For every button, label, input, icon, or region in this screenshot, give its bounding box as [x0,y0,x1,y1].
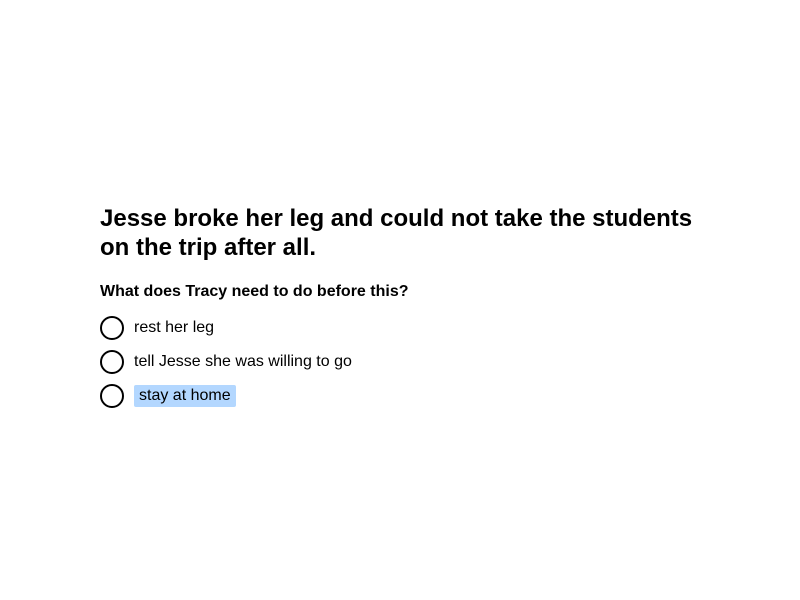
answer-option-2[interactable]: tell Jesse she was willing to go [100,350,720,374]
radio-unchecked-icon[interactable] [100,316,124,340]
answer-options: rest her leg tell Jesse she was willing … [100,316,720,408]
answer-option-1[interactable]: rest her leg [100,316,720,340]
answer-option-label: stay at home [134,385,236,407]
radio-unchecked-icon[interactable] [100,350,124,374]
page: Jesse broke her leg and could not take t… [0,0,800,600]
answer-option-label: rest her leg [134,319,215,336]
statement-text: Jesse broke her leg and could not take t… [100,205,693,261]
question-text: What does Tracy need to do before this? [100,283,409,300]
radio-unchecked-icon[interactable] [100,384,124,408]
question-card: Jesse broke her leg and could not take t… [100,204,720,418]
answer-option-label: tell Jesse she was willing to go [134,353,352,370]
answer-option-3[interactable]: stay at home [100,384,720,408]
